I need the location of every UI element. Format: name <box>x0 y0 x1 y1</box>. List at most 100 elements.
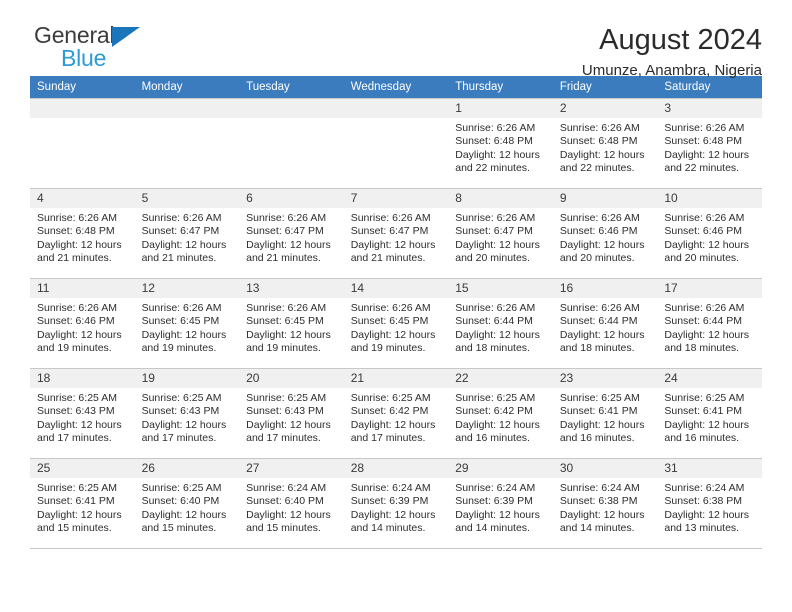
calendar-day-cell[interactable]: 12 Sunrise: 6:26 AM Sunset: 6:45 PM Dayligh… <box>134 278 240 369</box>
day-details: Sunrise: 6:25 AM Sunset: 6:41 PM Daylight:… <box>657 388 762 446</box>
sunset-text: Sunset: 6:43 PM <box>246 405 324 418</box>
daylight-text-line1: Daylight: 12 hours <box>37 418 122 431</box>
sunset-text: Sunset: 6:42 PM <box>455 405 533 418</box>
calendar-day-cell[interactable]: 6 Sunrise: 6:26 AM Sunset: 6:47 PM Daylight… <box>239 188 344 279</box>
day-number: 25 <box>30 459 135 478</box>
calendar-day-cell[interactable]: 23 Sunrise: 6:25 AM Sunset: 6:41 PM Dayligh… <box>552 368 658 459</box>
calendar-day-cell[interactable]: 16 Sunrise: 6:26 AM Sunset: 6:44 PM Dayligh… <box>552 278 658 369</box>
daylight-text-line2: and 18 minutes. <box>664 342 740 355</box>
day-details: Sunrise: 6:24 AM Sunset: 6:39 PM Daylight:… <box>448 478 553 536</box>
calendar-day-cell[interactable]: 1 Sunrise: 6:26 AM Sunset: 6:48 PM Daylight… <box>448 98 553 189</box>
day-details: Sunrise: 6:25 AM Sunset: 6:43 PM Daylight:… <box>239 388 344 446</box>
location-subtitle: Umunze, Anambra, Nigeria <box>581 62 762 80</box>
daylight-text-line2: and 22 minutes. <box>559 162 635 175</box>
calendar-day-cell[interactable]: 7 Sunrise: 6:26 AM Sunset: 6:47 PM Daylight… <box>343 188 449 279</box>
daylight-text-line1: Daylight: 12 hours <box>455 148 540 161</box>
calendar-day-cell[interactable]: 14 Sunrise: 6:26 AM Sunset: 6:45 PM Dayligh… <box>343 278 449 369</box>
daylight-text-line2: and 16 minutes. <box>559 432 635 445</box>
calendar-day-cell[interactable]: 24 Sunrise: 6:25 AM Sunset: 6:41 PM Dayligh… <box>657 368 762 459</box>
calendar-day-cell[interactable]: 28 Sunrise: 6:24 AM Sunset: 6:39 PM Dayligh… <box>343 458 449 549</box>
calendar-week-row: 4 Sunrise: 6:26 AM Sunset: 6:48 PM Daylight… <box>30 188 762 279</box>
sunset-text: Sunset: 6:44 PM <box>455 315 533 328</box>
day-number <box>239 99 344 118</box>
calendar-day-cell[interactable]: 5 Sunrise: 6:26 AM Sunset: 6:47 PM Daylight… <box>134 188 240 279</box>
day-number: 2 <box>552 99 658 118</box>
calendar-day-cell[interactable]: 30 Sunrise: 6:24 AM Sunset: 6:38 PM Dayligh… <box>552 458 658 549</box>
calendar-day-cell[interactable]: 13 Sunrise: 6:26 AM Sunset: 6:45 PM Dayligh… <box>239 278 344 369</box>
sunset-text: Sunset: 6:42 PM <box>350 405 429 418</box>
calendar-day-cell[interactable]: 10 Sunrise: 6:26 AM Sunset: 6:46 PM Dayligh… <box>657 188 762 279</box>
calendar-day-cell[interactable]: 20 Sunrise: 6:25 AM Sunset: 6:43 PM Dayligh… <box>239 368 344 459</box>
calendar-day-cell[interactable]: 17 Sunrise: 6:26 AM Sunset: 6:44 PM Dayligh… <box>657 278 762 369</box>
calendar-day-cell[interactable]: 19 Sunrise: 6:25 AM Sunset: 6:43 PM Dayligh… <box>134 368 240 459</box>
daylight-text-line2: and 16 minutes. <box>664 432 740 445</box>
day-number: 20 <box>239 369 344 388</box>
day-details: Sunrise: 6:25 AM Sunset: 6:41 PM Daylight:… <box>30 478 135 536</box>
sunrise-text: Sunrise: 6:24 AM <box>455 482 536 494</box>
daylight-text-line2: and 17 minutes. <box>141 432 217 445</box>
day-number: 17 <box>657 279 762 298</box>
calendar-day-cell[interactable]: 18 Sunrise: 6:25 AM Sunset: 6:43 PM Dayligh… <box>30 368 135 459</box>
day-number: 8 <box>448 189 553 208</box>
sunrise-text: Sunrise: 6:26 AM <box>37 302 117 314</box>
daylight-text-line2: and 15 minutes. <box>37 522 112 535</box>
daylight-text-line1: Daylight: 12 hours <box>559 418 645 431</box>
day-number: 23 <box>552 369 658 388</box>
day-number: 22 <box>448 369 553 388</box>
daylight-text-line1: Daylight: 12 hours <box>664 148 750 161</box>
daylight-text-line1: Daylight: 12 hours <box>141 508 227 521</box>
daylight-text-line1: Daylight: 12 hours <box>37 238 122 251</box>
sunset-text: Sunset: 6:41 PM <box>37 495 115 508</box>
calendar-day-cell[interactable]: 25 Sunrise: 6:25 AM Sunset: 6:41 PM Dayligh… <box>30 458 135 549</box>
general-blue-logo[interactable]: General Blue <box>30 24 160 76</box>
calendar-day-cell[interactable]: 27 Sunrise: 6:24 AM Sunset: 6:40 PM Dayligh… <box>239 458 344 549</box>
calendar-day-cell[interactable]: 15 Sunrise: 6:26 AM Sunset: 6:44 PM Dayligh… <box>448 278 553 369</box>
calendar-day-cell[interactable]: 4 Sunrise: 6:26 AM Sunset: 6:48 PM Daylight… <box>30 188 135 279</box>
calendar-day-cell[interactable]: 29 Sunrise: 6:24 AM Sunset: 6:39 PM Dayligh… <box>448 458 553 549</box>
daylight-text-line1: Daylight: 12 hours <box>141 328 227 341</box>
daylight-text-line2: and 21 minutes. <box>246 252 321 265</box>
calendar-day-cell[interactable]: 22 Sunrise: 6:25 AM Sunset: 6:42 PM Dayligh… <box>448 368 553 459</box>
daylight-text-line2: and 17 minutes. <box>246 432 321 445</box>
calendar-day-cell[interactable]: 3 Sunrise: 6:26 AM Sunset: 6:48 PM Daylight… <box>657 98 762 189</box>
calendar-week-row: 25 Sunrise: 6:25 AM Sunset: 6:41 PM Dayligh… <box>30 458 762 549</box>
daylight-text-line2: and 14 minutes. <box>455 522 530 535</box>
sunset-text: Sunset: 6:46 PM <box>37 315 115 328</box>
calendar-cell-empty <box>343 98 449 189</box>
sunrise-text: Sunrise: 6:26 AM <box>559 212 640 224</box>
calendar-day-cell[interactable]: 11 Sunrise: 6:26 AM Sunset: 6:46 PM Dayligh… <box>30 278 135 369</box>
day-number: 7 <box>343 189 449 208</box>
calendar-day-cell[interactable]: 8 Sunrise: 6:26 AM Sunset: 6:47 PM Daylight… <box>448 188 553 279</box>
day-details: Sunrise: 6:26 AM Sunset: 6:44 PM Daylight:… <box>553 298 658 356</box>
calendar-day-cell[interactable]: 26 Sunrise: 6:25 AM Sunset: 6:40 PM Dayligh… <box>134 458 240 549</box>
page-header: General Blue August 2024 Umunze, Anambra… <box>30 0 762 79</box>
sunset-text: Sunset: 6:38 PM <box>559 495 638 508</box>
sunrise-text: Sunrise: 6:26 AM <box>350 302 431 314</box>
day-number: 13 <box>239 279 344 298</box>
day-details: Sunrise: 6:26 AM Sunset: 6:46 PM Daylight:… <box>553 208 658 266</box>
daylight-text-line1: Daylight: 12 hours <box>455 508 540 521</box>
calendar-week-row: 11 Sunrise: 6:26 AM Sunset: 6:46 PM Dayligh… <box>30 278 762 369</box>
day-number: 18 <box>30 369 135 388</box>
daylight-text-line2: and 19 minutes. <box>246 342 321 355</box>
sunrise-text: Sunrise: 6:25 AM <box>246 392 327 404</box>
daylight-text-line2: and 15 minutes. <box>246 522 321 535</box>
daylight-text-line2: and 15 minutes. <box>141 522 217 535</box>
calendar-day-cell[interactable]: 31 Sunrise: 6:24 AM Sunset: 6:38 PM Dayligh… <box>657 458 762 549</box>
day-number: 6 <box>239 189 344 208</box>
calendar-day-cell[interactable]: 21 Sunrise: 6:25 AM Sunset: 6:42 PM Dayligh… <box>343 368 449 459</box>
daylight-text-line1: Daylight: 12 hours <box>455 238 540 251</box>
day-number <box>134 99 240 118</box>
sunset-text: Sunset: 6:48 PM <box>455 135 533 148</box>
daylight-text-line2: and 21 minutes. <box>350 252 426 265</box>
calendar-day-cell[interactable]: 9 Sunrise: 6:26 AM Sunset: 6:46 PM Daylight… <box>552 188 658 279</box>
daylight-text-line2: and 16 minutes. <box>455 432 530 445</box>
day-details: Sunrise: 6:26 AM Sunset: 6:47 PM Daylight:… <box>344 208 449 266</box>
calendar-day-cell[interactable]: 2 Sunrise: 6:26 AM Sunset: 6:48 PM Daylight… <box>552 98 658 189</box>
day-details: Sunrise: 6:26 AM Sunset: 6:48 PM Daylight:… <box>448 118 553 176</box>
day-number: 19 <box>134 369 240 388</box>
calendar-week-row: 1 Sunrise: 6:26 AM Sunset: 6:48 PM Daylight… <box>30 98 762 189</box>
day-details: Sunrise: 6:24 AM Sunset: 6:40 PM Daylight:… <box>239 478 344 536</box>
sunrise-text: Sunrise: 6:26 AM <box>664 122 745 134</box>
sunrise-text: Sunrise: 6:26 AM <box>350 212 431 224</box>
